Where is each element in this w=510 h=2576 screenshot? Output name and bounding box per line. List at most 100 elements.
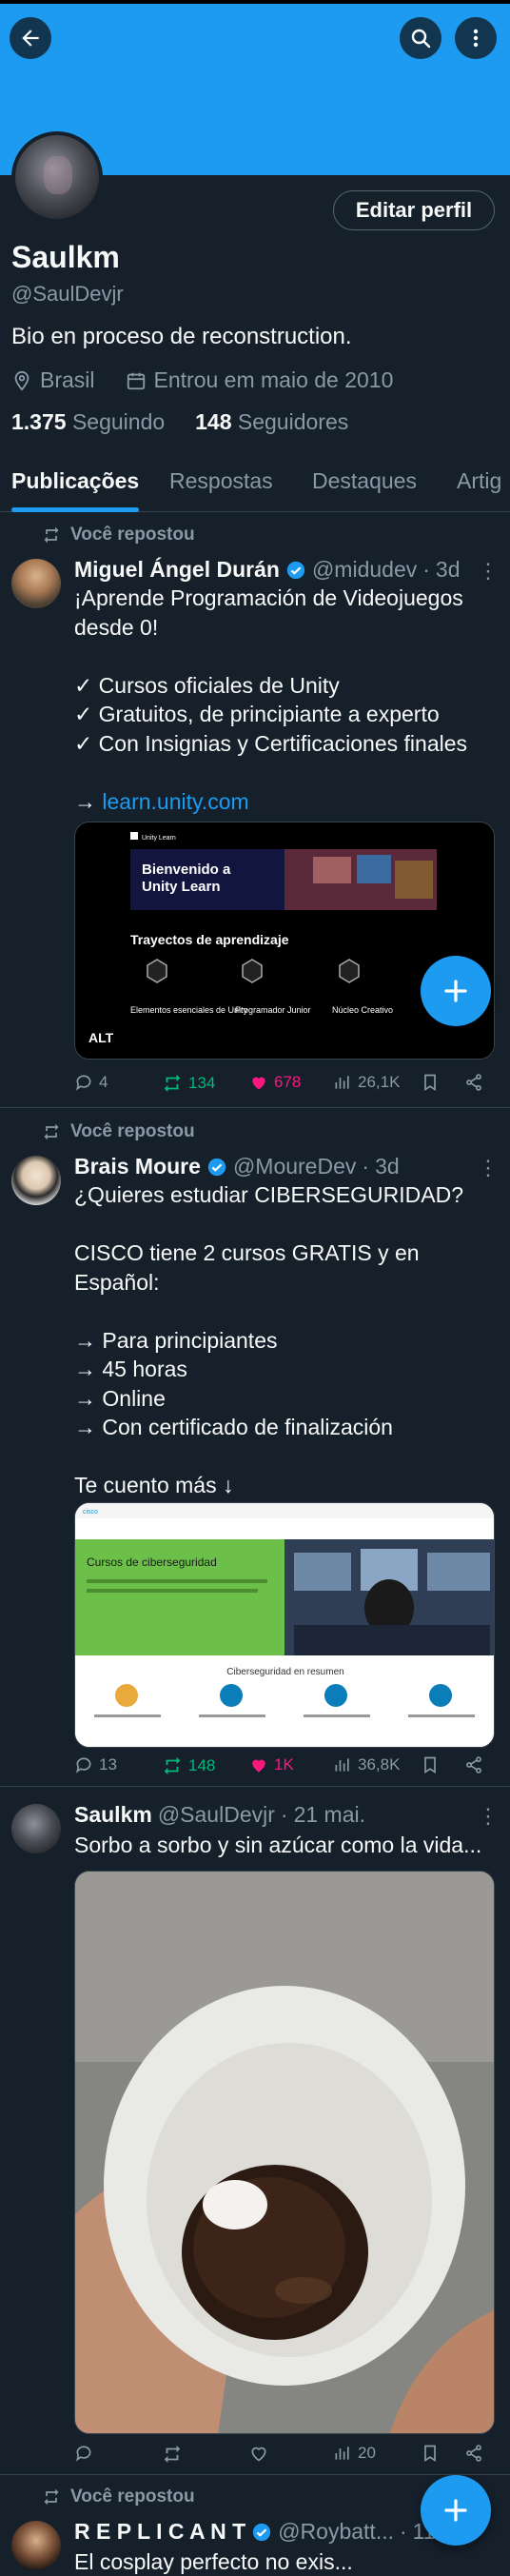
svg-text:Trayectos de aprendizaje: Trayectos de aprendizaje bbox=[130, 932, 289, 947]
tab-articles[interactable]: Artig bbox=[457, 468, 501, 494]
author-handle: @MoureDev bbox=[232, 1154, 357, 1179]
search-button[interactable] bbox=[400, 17, 441, 59]
tab-highlights[interactable]: Destaques bbox=[312, 468, 417, 494]
share-button[interactable] bbox=[464, 1755, 483, 1774]
post-time: 21 mai. bbox=[293, 1802, 365, 1827]
post-more-icon[interactable]: ⋮ bbox=[478, 1804, 499, 1829]
share-button[interactable] bbox=[464, 1073, 483, 1092]
repost-icon bbox=[164, 1074, 181, 1093]
post-media[interactable]: Unity Learn Bienvenido a Unity Learn Tra… bbox=[74, 822, 495, 1060]
bookmark-button[interactable] bbox=[421, 1755, 440, 1774]
cisco-courses-card: cisco Cursos de ciberseguridad Cibersegu… bbox=[75, 1503, 494, 1747]
reply-button[interactable]: 4 bbox=[74, 1073, 108, 1092]
post-mouredev[interactable]: Você repostou Brais Moure @MoureDev · 3d… bbox=[0, 1108, 510, 1787]
post-header: R E P L I C A N T @Roybatt... · 11 bbox=[74, 2519, 436, 2545]
more-options-button[interactable] bbox=[455, 17, 497, 59]
profile-handle: @SaulDevjr bbox=[11, 282, 124, 306]
views-button[interactable]: 20 bbox=[333, 2444, 376, 2463]
avatar[interactable] bbox=[11, 1156, 61, 1205]
followers-link[interactable]: 148 Seguidores bbox=[195, 409, 348, 434]
arrow-left-icon bbox=[22, 30, 39, 47]
share-icon bbox=[466, 1756, 481, 1773]
post-header: Miguel Ángel Durán @midudev · 3d bbox=[74, 557, 461, 583]
tab-posts[interactable]: Publicações bbox=[11, 468, 139, 494]
reply-button[interactable]: 13 bbox=[74, 1755, 117, 1774]
post-media[interactable]: cisco Cursos de ciberseguridad Cibersegu… bbox=[74, 1502, 495, 1748]
like-button[interactable]: 1K bbox=[249, 1755, 294, 1774]
profile-tabs: Publicações Respostas Destaques Artig bbox=[0, 455, 510, 512]
post-more-icon[interactable]: ⋮ bbox=[478, 559, 499, 584]
bookmark-button[interactable] bbox=[421, 1073, 440, 1092]
repost-button[interactable]: 148 bbox=[162, 1755, 215, 1776]
reply-icon bbox=[76, 1075, 91, 1091]
profile-meta: Brasil Entrou em maio de 2010 bbox=[11, 367, 393, 393]
views-button[interactable]: 26,1K bbox=[333, 1073, 400, 1092]
bookmark-button[interactable] bbox=[421, 2444, 440, 2463]
tab-replies[interactable]: Respostas bbox=[169, 468, 273, 494]
avatar[interactable] bbox=[11, 2521, 61, 2570]
post-own[interactable]: Saulkm @SaulDevjr · 21 mai. ⋮ Sorbo a so… bbox=[0, 1787, 510, 2475]
back-button[interactable] bbox=[10, 17, 51, 59]
repost-icon bbox=[44, 526, 59, 544]
author-handle: @SaulDevjr bbox=[157, 1802, 275, 1827]
author-name[interactable]: Brais Moure bbox=[74, 1154, 201, 1179]
search-icon bbox=[411, 29, 431, 49]
share-icon bbox=[466, 1074, 481, 1091]
author-name[interactable]: R E P L I C A N T bbox=[74, 2519, 245, 2545]
svg-text:Núcleo Creativo: Núcleo Creativo bbox=[332, 1005, 393, 1015]
share-icon bbox=[466, 2445, 481, 2462]
profile-name: Saulkm bbox=[11, 240, 120, 274]
post-more-icon[interactable]: ⋮ bbox=[478, 1156, 499, 1180]
post-text: El cosplay perfecto no exis... bbox=[74, 2549, 353, 2574]
verified-badge-icon bbox=[253, 2523, 271, 2541]
views-button[interactable]: 36,8K bbox=[333, 1755, 400, 1774]
post-photo[interactable] bbox=[74, 1871, 495, 2434]
post-header: Saulkm @SaulDevjr · 21 mai. bbox=[74, 1802, 365, 1828]
repost-icon bbox=[164, 1756, 181, 1775]
svg-text:Cursos de ciberseguridad: Cursos de ciberseguridad bbox=[87, 1556, 217, 1569]
repost-icon bbox=[164, 2445, 181, 2464]
follow-stats: 1.375 Seguindo 148 Seguidores bbox=[11, 409, 348, 435]
repost-indicator: Você repostou bbox=[42, 1121, 195, 1142]
plus-icon bbox=[444, 2499, 467, 2522]
author-name[interactable]: Miguel Ángel Durán bbox=[74, 557, 280, 583]
svg-text:cisco: cisco bbox=[83, 1509, 98, 1516]
compose-post-button-bottom[interactable] bbox=[421, 2475, 491, 2546]
post-header: Brais Moure @MoureDev · 3d bbox=[74, 1154, 400, 1179]
svg-text:Bienvenido a: Bienvenido a bbox=[142, 862, 231, 878]
like-button[interactable]: 678 bbox=[249, 1073, 301, 1092]
author-name[interactable]: Saulkm bbox=[74, 1802, 152, 1828]
profile-location: Brasil bbox=[40, 367, 95, 392]
profile-avatar[interactable] bbox=[11, 131, 103, 223]
bookmark-icon bbox=[424, 1756, 436, 1774]
profile-bio: Bio en proceso de reconstruction. bbox=[11, 324, 352, 349]
avatar[interactable] bbox=[11, 1804, 61, 1853]
post-actions: 20 bbox=[74, 2444, 493, 2470]
compose-post-button[interactable] bbox=[421, 956, 491, 1026]
svg-text:Unity Learn: Unity Learn bbox=[142, 835, 176, 842]
post-text: ¡Aprende Programación de Videojuegos des… bbox=[74, 585, 468, 814]
svg-text:Elementos esenciales de Unity: Elementos esenciales de Unity bbox=[130, 1005, 248, 1015]
repost-icon bbox=[44, 2488, 59, 2506]
views-chart-icon bbox=[335, 1758, 349, 1772]
coffee-cup-photo bbox=[75, 1872, 494, 2433]
post-time: 3d bbox=[375, 1154, 400, 1179]
following-link[interactable]: 1.375 Seguindo bbox=[11, 409, 165, 434]
repost-indicator: Você repostou bbox=[42, 525, 195, 545]
repost-button[interactable] bbox=[162, 2444, 183, 2465]
profile-joined: Entrou em maio de 2010 bbox=[153, 367, 394, 392]
active-tab-indicator bbox=[11, 507, 139, 512]
unity-learn-card: Unity Learn Bienvenido a Unity Learn Tra… bbox=[75, 822, 494, 1059]
reply-button[interactable] bbox=[74, 2444, 93, 2463]
reply-icon bbox=[76, 2446, 91, 2462]
edit-profile-button[interactable]: Editar perfil bbox=[333, 190, 495, 230]
avatar[interactable] bbox=[11, 559, 61, 608]
post-time: 3d bbox=[435, 557, 461, 582]
share-button[interactable] bbox=[464, 2444, 483, 2463]
repost-button[interactable]: 134 bbox=[162, 1073, 215, 1094]
heart-outline-icon bbox=[251, 2447, 266, 2462]
like-button[interactable] bbox=[249, 2444, 268, 2463]
views-chart-icon bbox=[335, 1076, 349, 1089]
post-link[interactable]: learn.unity.com bbox=[102, 789, 248, 814]
heart-filled-icon bbox=[252, 1759, 265, 1773]
